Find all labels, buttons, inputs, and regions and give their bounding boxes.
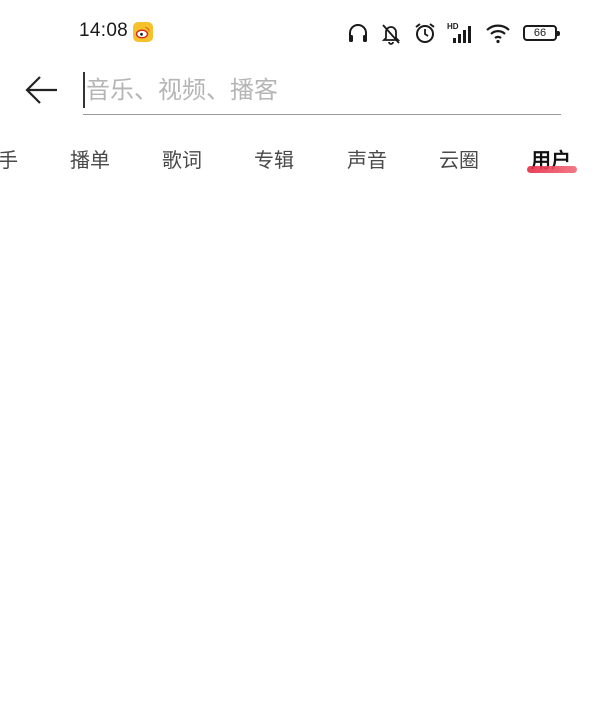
search-input[interactable] bbox=[86, 70, 556, 110]
search-category-tabs: 手 播单 歌词 专辑 声音 云圈 用户 bbox=[0, 140, 597, 186]
search-field[interactable] bbox=[83, 70, 561, 115]
tab-singer[interactable]: 手 bbox=[0, 140, 18, 180]
svg-text:HD: HD bbox=[447, 22, 459, 31]
back-button[interactable] bbox=[22, 70, 62, 110]
tab-album[interactable]: 专辑 bbox=[254, 140, 294, 180]
tab-playlist[interactable]: 播单 bbox=[70, 140, 110, 180]
text-cursor bbox=[83, 72, 85, 108]
battery-level: 66 bbox=[533, 26, 547, 39]
tab-sound[interactable]: 声音 bbox=[347, 140, 387, 180]
battery-icon: 66 bbox=[523, 25, 560, 41]
wifi-icon bbox=[486, 24, 510, 44]
hd-signal-icon: HD bbox=[447, 22, 471, 43]
tab-user[interactable]: 用户 bbox=[531, 140, 571, 180]
tab-lyrics[interactable]: 歌词 bbox=[162, 140, 202, 180]
headphones-icon bbox=[349, 24, 367, 42]
mute-icon bbox=[381, 24, 401, 45]
status-time: 14:08 bbox=[79, 20, 129, 41]
alarm-icon bbox=[415, 23, 435, 43]
status-bar: 14:08 HD 66 bbox=[0, 0, 597, 64]
weibo-icon bbox=[133, 22, 153, 42]
active-tab-indicator bbox=[527, 166, 577, 173]
arrow-left-icon bbox=[25, 76, 57, 104]
tab-cloud-circle[interactable]: 云圈 bbox=[439, 140, 479, 180]
